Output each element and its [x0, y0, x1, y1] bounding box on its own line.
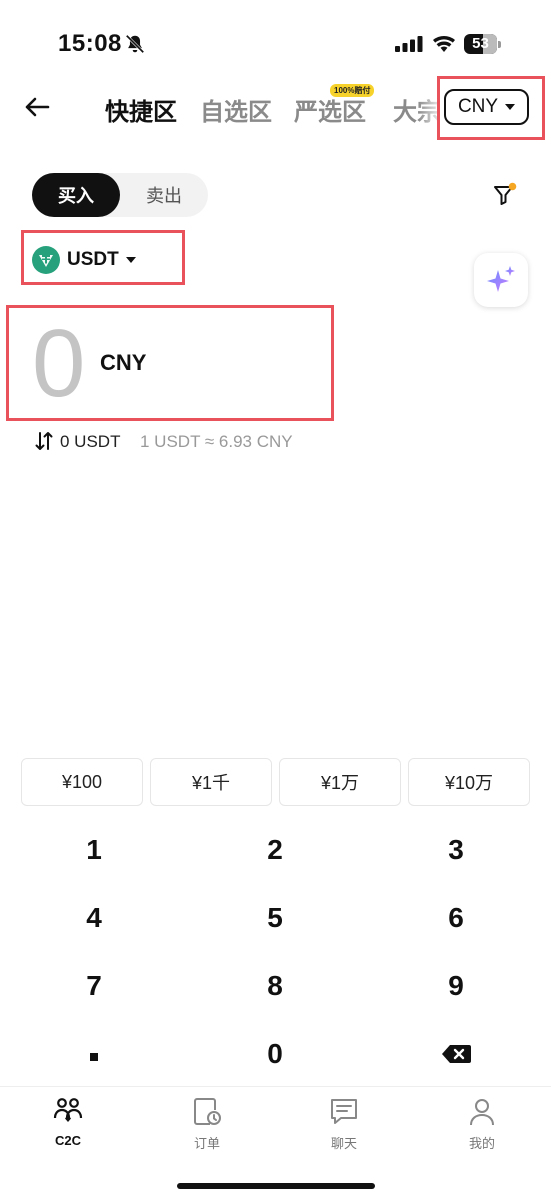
filter-icon[interactable] [492, 182, 518, 208]
key-8[interactable]: 8 [215, 958, 335, 1014]
bell-muted-icon [125, 34, 145, 54]
order-icon [194, 1098, 221, 1125]
back-arrow-icon[interactable] [24, 94, 50, 120]
key-9[interactable]: 9 [396, 958, 516, 1014]
key-backspace[interactable] [396, 1026, 516, 1082]
quick-amount-1k[interactable]: ¥1千 [150, 758, 272, 806]
key-6[interactable]: 6 [396, 890, 516, 946]
quick-amount-100[interactable]: ¥100 [21, 758, 143, 806]
converted-amount: 0 USDT [60, 432, 121, 451]
nav-label: 我的 [468, 1136, 495, 1151]
people-icon [53, 1098, 83, 1122]
nav-label: C2C [54, 1133, 81, 1148]
nav-label: 聊天 [330, 1136, 357, 1151]
nav-label: 订单 [193, 1136, 220, 1151]
quick-amount-100k[interactable]: ¥10万 [408, 758, 530, 806]
signal-icon [395, 36, 423, 52]
wifi-icon [433, 35, 455, 52]
tab-custom[interactable]: 自选区 [200, 92, 272, 127]
nav-divider [0, 1086, 551, 1087]
key-2[interactable]: 2 [215, 822, 335, 878]
key-4[interactable]: 4 [34, 890, 154, 946]
buy-sell-toggle: 买入 卖出 [32, 173, 208, 217]
sell-tab[interactable]: 卖出 [120, 173, 208, 217]
buy-tab[interactable]: 买入 [32, 173, 120, 217]
decimal-dot-icon [90, 1053, 98, 1061]
backspace-icon [442, 1045, 471, 1063]
highlight-box-amount [6, 305, 334, 421]
nav-c2c[interactable]: C2C [23, 1096, 113, 1148]
key-5[interactable]: 5 [215, 890, 335, 946]
chat-icon [331, 1099, 357, 1124]
exchange-rate: 1 USDT ≈ 6.93 CNY [140, 432, 293, 451]
tab-quick[interactable]: 快捷区 [105, 92, 177, 127]
highlight-box-coin [21, 230, 185, 285]
ai-assistant-button[interactable] [474, 253, 528, 307]
battery-level: 53 [472, 35, 489, 52]
nav-orders[interactable]: 订单 [162, 1096, 252, 1152]
nav-profile[interactable]: 我的 [437, 1096, 527, 1152]
tab-selected[interactable]: 严选区 [294, 92, 366, 127]
key-decimal[interactable] [34, 1026, 154, 1082]
profile-icon [470, 1099, 494, 1126]
status-time: 15:08 [58, 30, 122, 57]
key-3[interactable]: 3 [396, 822, 516, 878]
key-7[interactable]: 7 [34, 958, 154, 1014]
nav-chat[interactable]: 聊天 [299, 1096, 389, 1152]
key-0[interactable]: 0 [215, 1026, 335, 1082]
battery-indicator: 53 [464, 34, 501, 54]
key-1[interactable]: 1 [34, 822, 154, 878]
quick-amount-10k[interactable]: ¥1万 [279, 758, 401, 806]
guarantee-badge: 100%赔付 [330, 84, 375, 97]
swap-icon[interactable] [35, 431, 53, 451]
highlight-box-currency [437, 76, 545, 140]
sparkle-icon [487, 266, 515, 292]
home-indicator [177, 1183, 375, 1189]
